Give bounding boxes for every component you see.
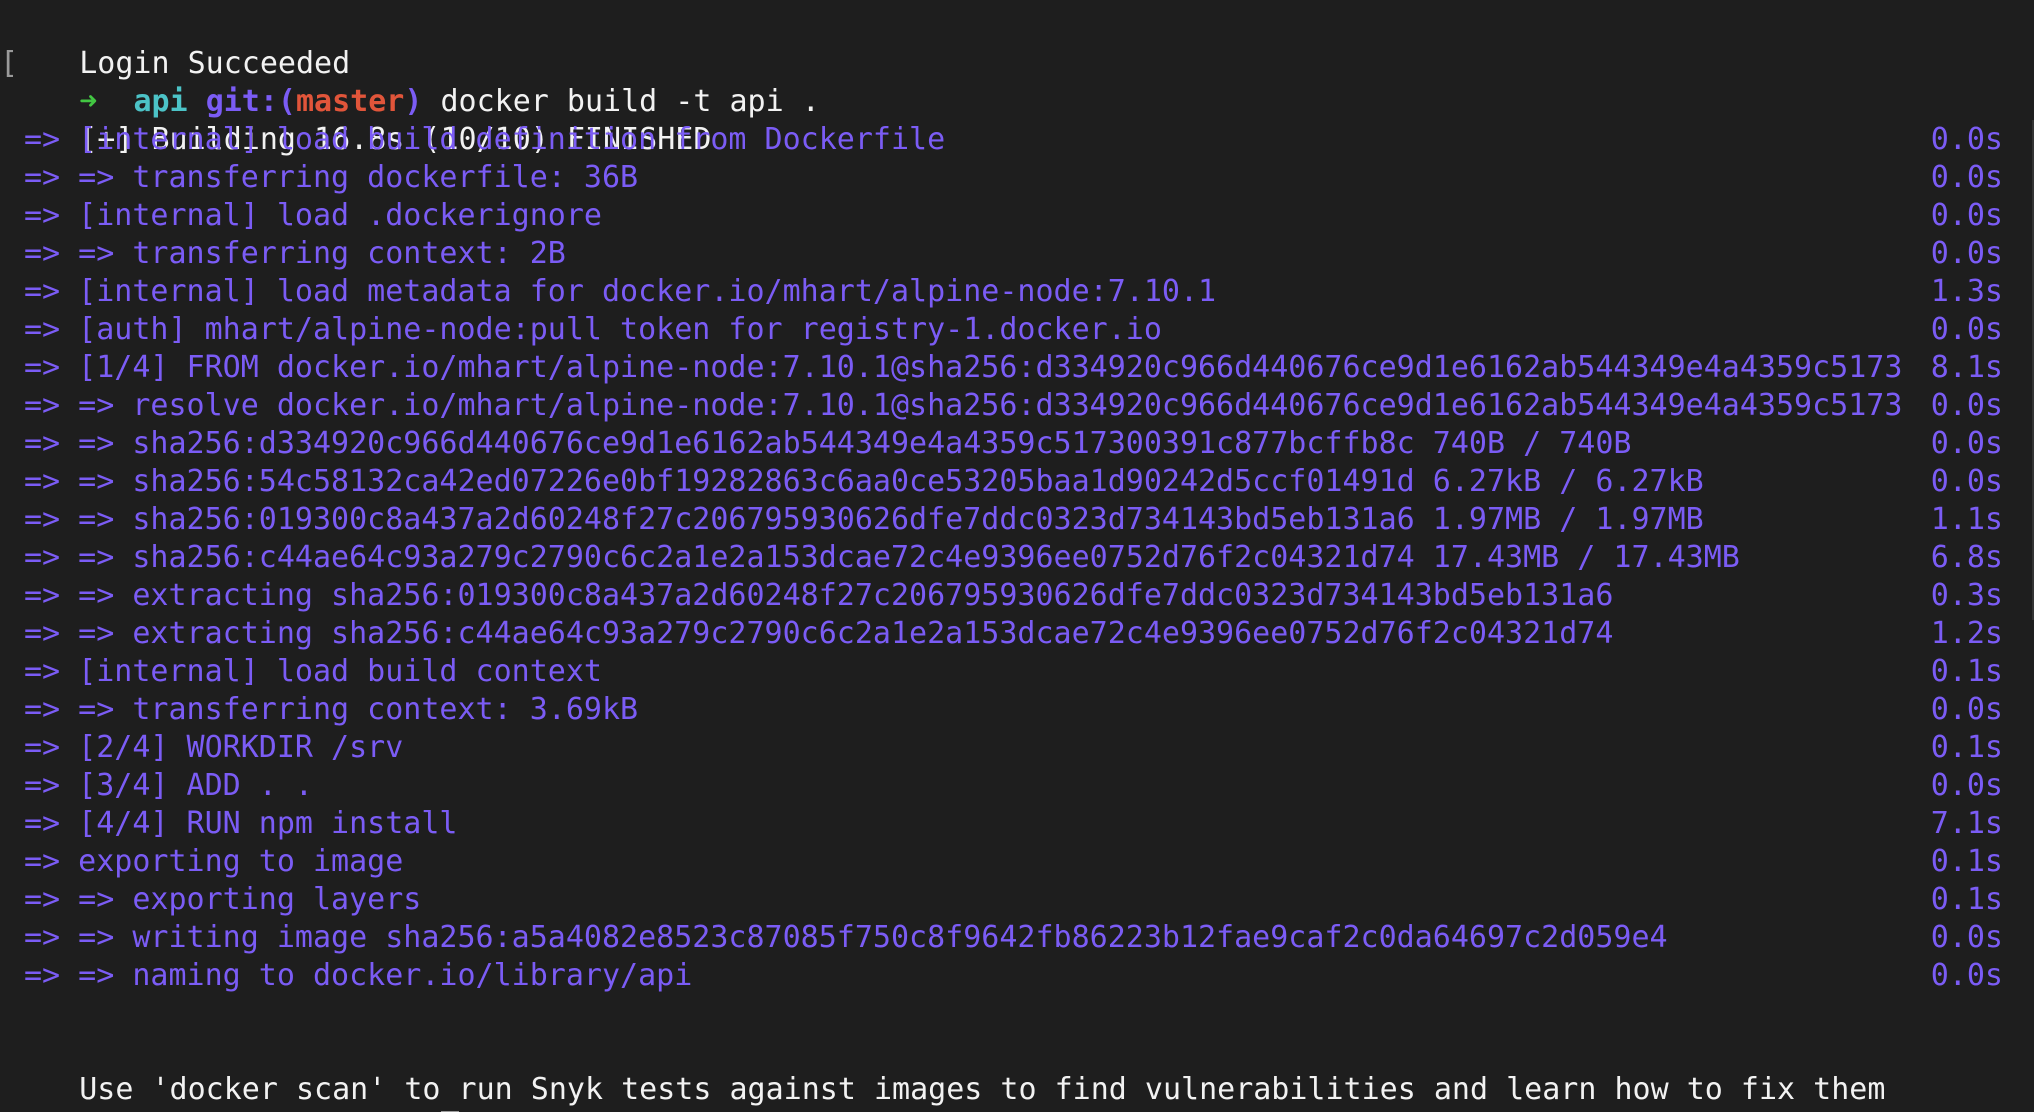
build-step: => => sha256:019300c8a437a2d60248f27c206… [0, 501, 2034, 539]
build-step-text: => [1/4] FROM docker.io/mhart/alpine-nod… [24, 350, 1903, 385]
build-step-text: => [internal] load build context [24, 654, 602, 689]
login-message-line: Login Succeeded [0, 7, 2034, 81]
build-step-text: => [4/4] RUN npm install [24, 806, 458, 841]
build-step-text: => => sha256:d334920c966d440676ce9d1e616… [24, 426, 1632, 461]
build-step: => => sha256:54c58132ca42ed07226e0bf1928… [0, 463, 2034, 501]
build-step-text: => => sha256:c44ae64c93a279c2790c6c2a1e2… [24, 540, 1740, 575]
build-step: => => naming to docker.io/library/api 0.0… [0, 957, 2034, 995]
build-step-text: => => transferring dockerfile: 36B [24, 160, 639, 195]
build-step-text: => [internal] load .dockerignore [24, 198, 602, 233]
build-step: => => resolve docker.io/mhart/alpine-nod… [0, 387, 2034, 425]
build-step-time: 8.1s [1930, 350, 2003, 385]
build-step-time: 0.0s [1930, 312, 2003, 347]
build-step-text: => => sha256:019300c8a437a2d60248f27c206… [24, 502, 1704, 537]
build-step-time: 1.3s [1930, 274, 2003, 309]
build-step-text: => => exporting layers [24, 882, 422, 917]
build-step-text: => => sha256:54c58132ca42ed07226e0bf1928… [24, 464, 1704, 499]
build-step: => => transferring context: 3.69kB 0.0s [0, 691, 2034, 729]
build-step-text: => => transferring context: 2B [24, 236, 566, 271]
build-step: => => extracting sha256:c44ae64c93a279c2… [0, 615, 2034, 653]
build-step-time: 0.0s [1930, 426, 2003, 461]
build-step: => [internal] load .dockerignore 0.0s [0, 197, 2034, 235]
terminal-window[interactable]: Login Succeeded [➜ api git:(master) dock… [0, 0, 2034, 1112]
build-step-text: => => writing image sha256:a5a4082e8523c… [24, 920, 1668, 955]
build-step-text: => => extracting sha256:c44ae64c93a279c2… [24, 616, 1614, 651]
build-step: => => transferring context: 2B 0.0s [0, 235, 2034, 273]
build-step: => [internal] load build definition from… [0, 121, 2034, 159]
command-line: [➜ api git:(master) docker build -t api … [0, 45, 2034, 119]
build-step-time: 0.1s [1930, 844, 2003, 879]
build-step-text: => [auth] mhart/alpine-node:pull token f… [24, 312, 1162, 347]
build-step-time: 0.0s [1930, 388, 2003, 423]
build-step: => => exporting layers 0.1s [0, 881, 2034, 919]
build-step-text: => => extracting sha256:019300c8a437a2d6… [24, 578, 1614, 613]
build-step-time: 0.0s [1930, 692, 2003, 727]
build-step: => [4/4] RUN npm install 7.1s [0, 805, 2034, 843]
build-step-time: 0.0s [1930, 198, 2003, 233]
build-step-text: => exporting to image [24, 844, 404, 879]
build-step: => => extracting sha256:019300c8a437a2d6… [0, 577, 2034, 615]
build-step: => [3/4] ADD . . 0.0s [0, 767, 2034, 805]
build-step-time: 0.1s [1930, 882, 2003, 917]
build-step: => [2/4] WORKDIR /srv 0.1s [0, 729, 2034, 767]
build-step: => exporting to image 0.1s [0, 843, 2034, 881]
build-step: => => sha256:c44ae64c93a279c2790c6c2a1e2… [0, 539, 2034, 577]
build-step-time: 0.0s [1930, 920, 2003, 955]
build-step-time: 0.0s [1930, 122, 2003, 157]
build-header: [+] Building 16.8s (10/10) FINISHED [0, 83, 2034, 157]
build-step-time: 0.1s [1930, 654, 2003, 689]
build-step-time: 0.0s [1930, 160, 2003, 195]
build-step-text: => [internal] load metadata for docker.i… [24, 274, 1217, 309]
build-step-time: 0.0s [1930, 464, 2003, 499]
mark-bracket-icon: [ [0, 46, 19, 81]
build-step: => [auth] mhart/alpine-node:pull token f… [0, 311, 2034, 349]
scrollbar-track[interactable] [2028, 120, 2034, 620]
build-step-text: => => naming to docker.io/library/api [24, 958, 693, 993]
build-step-text: => => transferring context: 3.69kB [24, 692, 639, 727]
build-step-time: 0.1s [1930, 730, 2003, 765]
build-step-time: 1.1s [1930, 502, 2003, 537]
build-step-time: 0.0s [1930, 958, 2003, 993]
build-step: => [internal] load metadata for docker.i… [0, 273, 2034, 311]
build-step-text: => => resolve docker.io/mhart/alpine-nod… [24, 388, 1903, 423]
scan-hint-line: Use 'docker scan' to run Snyk tests agai… [0, 1033, 2034, 1107]
build-step: => [internal] load build context 0.1s [0, 653, 2034, 691]
build-step-time: 0.0s [1930, 768, 2003, 803]
build-step-time: 7.1s [1930, 806, 2003, 841]
build-step-time: 0.3s [1930, 578, 2003, 613]
build-step-time: 0.0s [1930, 236, 2003, 271]
active-prompt-line[interactable]: ➜ api git:(master) [0, 1071, 2034, 1112]
build-step-time: 1.2s [1930, 616, 2003, 651]
build-step-time: 6.8s [1930, 540, 2003, 575]
build-step: => => writing image sha256:a5a4082e8523c… [0, 919, 2034, 957]
build-step: => => transferring dockerfile: 36B 0.0s [0, 159, 2034, 197]
build-step-text: => [internal] load build definition from… [24, 122, 946, 157]
build-step: => [1/4] FROM docker.io/mhart/alpine-nod… [0, 349, 2034, 387]
build-step-text: => [2/4] WORKDIR /srv [24, 730, 404, 765]
build-step-text: => [3/4] ADD . . [24, 768, 313, 803]
build-step: => => sha256:d334920c966d440676ce9d1e616… [0, 425, 2034, 463]
build-steps-list: => [internal] load build definition from… [0, 121, 2034, 995]
